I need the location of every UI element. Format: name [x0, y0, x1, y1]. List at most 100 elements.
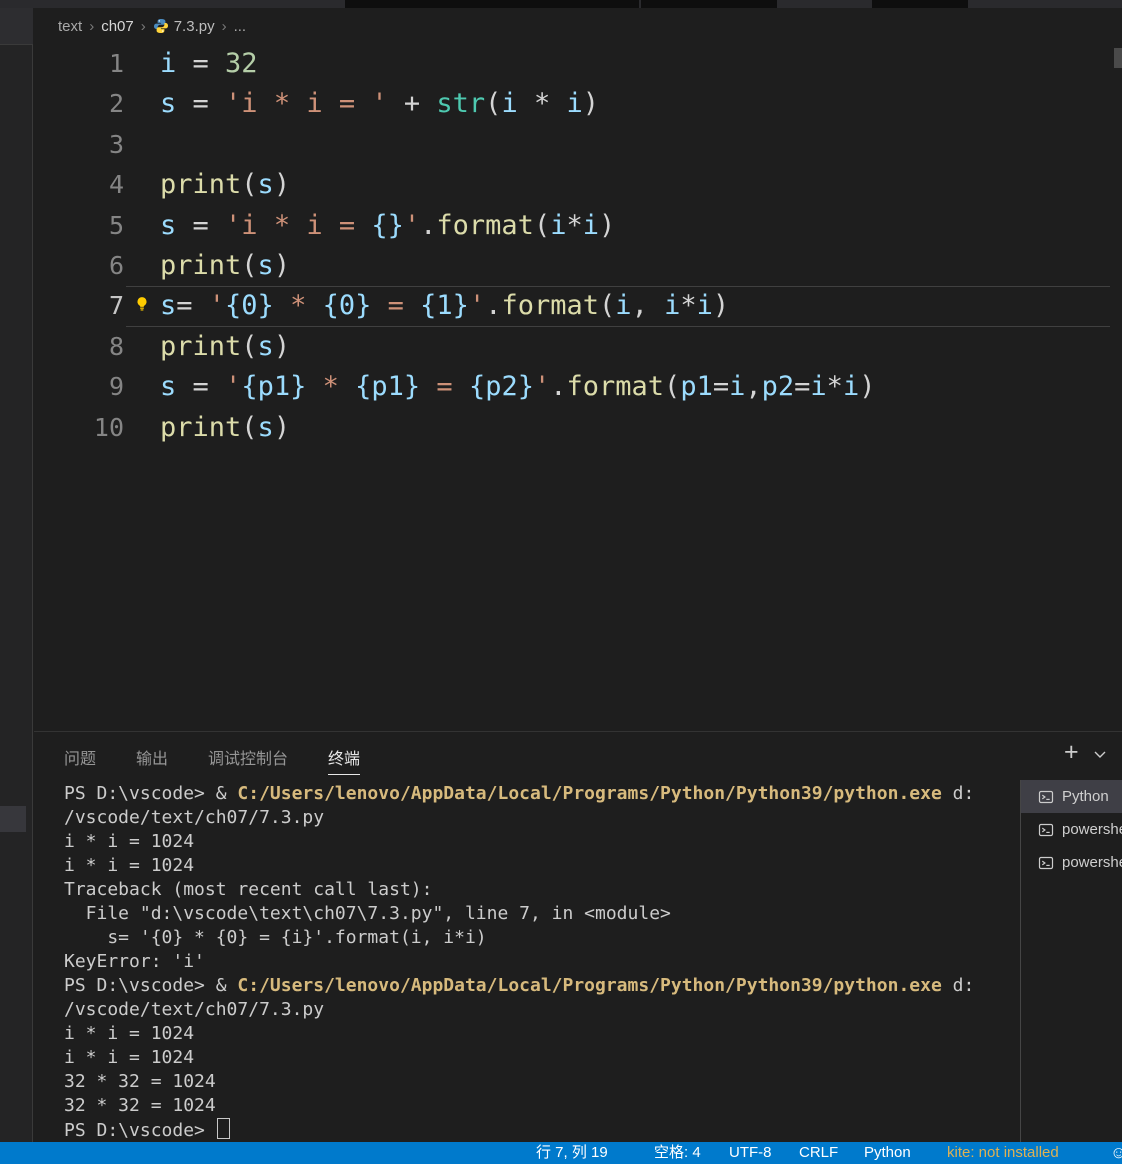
code-editor[interactable]: 1i = 32 2 s = 'i * i = ' + str(i * i) 3 4 pri… — [34, 44, 1122, 731]
token: . — [485, 290, 502, 322]
terminal-list-item[interactable]: Python — [1021, 780, 1122, 813]
token: ' — [403, 209, 421, 241]
token: ( — [599, 290, 616, 322]
token: ) — [599, 209, 616, 241]
token: PS D:\vscode> — [64, 1120, 216, 1141]
code-line[interactable]: 6 print(s) — [34, 246, 1122, 286]
code-line[interactable]: 7 s= '{0} * {0} = {1}'.format(i, i*i) — [34, 286, 1122, 328]
token: ( — [485, 88, 502, 120]
statusbar-language[interactable]: Python — [864, 1142, 911, 1164]
breadcrumb-symbol-more[interactable]: ... — [234, 18, 247, 35]
panel-tab[interactable]: 调试控制台 — [208, 745, 288, 775]
line-number[interactable]: 8 — [34, 327, 124, 367]
token: PS D:\vscode> & — [64, 783, 238, 804]
token: ' — [533, 371, 551, 403]
statusbar-eol[interactable]: CRLF — [799, 1142, 838, 1164]
terminal-list-item[interactable]: powershell — [1021, 813, 1122, 846]
code-line[interactable]: 9s = '{p1} * {p1} = {p2}'.format(p1=i,p2… — [34, 367, 1122, 407]
line-number[interactable]: 4 — [34, 165, 124, 205]
token: i — [566, 88, 583, 120]
line-number[interactable]: 2 — [34, 84, 124, 124]
tab-shadow — [345, 0, 639, 8]
line-number[interactable]: 3 — [34, 125, 124, 165]
token: i — [696, 290, 713, 322]
code-line[interactable]: 1i = 32 — [34, 44, 1122, 84]
breadcrumb-separator-icon: › — [89, 17, 95, 35]
terminal-list-item[interactable]: powershell — [1021, 846, 1122, 879]
statusbar-feedback[interactable]: ☺ — [1110, 1142, 1122, 1164]
statusbar-encoding[interactable]: UTF-8 — [729, 1142, 772, 1164]
terminal-icon — [1038, 822, 1054, 838]
terminal-line: i * i = 1024 — [64, 1022, 1020, 1046]
token: * — [306, 371, 356, 403]
breadcrumb-file[interactable]: 7.3.py — [174, 18, 215, 35]
token: print — [160, 169, 242, 201]
token: d: — [941, 975, 975, 996]
token: i * i = 1024 — [64, 1047, 195, 1068]
tab-shadow — [872, 0, 968, 8]
token: ) — [582, 88, 600, 120]
code-line[interactable]: 2s = 'i * i = ' + str(i * i) — [34, 84, 1122, 124]
scrollbar-thumb[interactable] — [1114, 48, 1122, 68]
line-number[interactable]: 10 — [34, 408, 124, 448]
panel-tab[interactable]: 终端 — [328, 745, 361, 775]
terminal-icon — [1038, 789, 1054, 805]
terminal-line: File "d:\vscode\text\ch07\7.3.py", line … — [64, 902, 1020, 926]
token: ' — [468, 290, 486, 322]
chevron-down-icon[interactable] — [1093, 746, 1107, 759]
panel-tabs: 问题 输出 调试控制台 终端 — [34, 732, 1122, 775]
code-line[interactable]: 5s = 'i * i = {}'.format(i*i) — [34, 206, 1122, 246]
panel-tab[interactable]: 问题 — [64, 745, 96, 775]
token: i — [501, 88, 518, 120]
token: ( — [241, 169, 258, 201]
terminal-output[interactable]: PS D:\vscode> & C:/Users/lenovo/AppData/… — [34, 778, 1020, 1142]
panel-tab[interactable]: 输出 — [136, 745, 168, 775]
statusbar-cursor-position[interactable]: 行 7, 列 19 — [536, 1142, 608, 1164]
statusbar-indentation[interactable]: 空格: 4 — [654, 1142, 701, 1164]
token: ( — [241, 249, 258, 281]
terminal-line: PS D:\vscode> & C:/Users/lenovo/AppData/… — [64, 782, 1020, 806]
code-line[interactable]: 3 — [34, 125, 1122, 165]
token: i — [729, 371, 746, 403]
lightbulb-icon[interactable] — [134, 296, 150, 312]
token: = — [712, 371, 730, 403]
line-number[interactable]: 1 — [34, 44, 124, 84]
token: ) — [273, 330, 291, 362]
token: i — [842, 371, 860, 403]
token: s — [160, 88, 177, 120]
breadcrumb-folder[interactable]: text — [58, 18, 82, 35]
panel-scroll-handle[interactable] — [0, 806, 26, 832]
tab-shadow — [641, 0, 777, 8]
breadcrumb-folder[interactable]: ch07 — [101, 18, 134, 35]
token: i — [160, 48, 177, 79]
token: i — [664, 290, 681, 322]
terminal-line: /vscode/text/ch07/7.3.py — [64, 998, 1020, 1022]
token: print — [160, 330, 242, 362]
token: s — [160, 290, 177, 322]
token: 'i * i = — [225, 209, 372, 241]
token: s — [257, 330, 274, 362]
code-text: print(s) — [124, 327, 290, 367]
token: ) — [273, 411, 291, 443]
token: 32 * 32 = 1024 — [64, 1071, 216, 1092]
line-number[interactable]: 5 — [34, 206, 124, 246]
line-number[interactable]: 7 — [34, 286, 124, 326]
code-text: s = 'i * i = ' + str(i * i) — [124, 84, 599, 124]
token: * — [826, 371, 843, 403]
token: , — [745, 371, 762, 403]
statusbar-kite[interactable]: kite: not installed — [947, 1142, 1059, 1164]
terminal-line: i * i = 1024 — [64, 830, 1020, 854]
token: format — [566, 371, 665, 403]
line-number[interactable]: 6 — [34, 246, 124, 286]
token: * — [273, 290, 323, 322]
code-line[interactable]: 4 print(s) — [34, 165, 1122, 205]
line-number[interactable]: 9 — [34, 367, 124, 407]
terminal-line: i * i = 1024 — [64, 854, 1020, 878]
token: C:/Users/lenovo/AppData/Local/Programs/P… — [237, 783, 942, 804]
code-line[interactable]: 8 print(s) — [34, 327, 1122, 367]
token: i * i = 1024 — [64, 1023, 195, 1044]
token: ) — [273, 169, 291, 201]
code-line[interactable]: 10 print(s) — [34, 408, 1122, 448]
new-terminal-button[interactable]: + — [1064, 738, 1079, 766]
token: print — [160, 249, 242, 281]
